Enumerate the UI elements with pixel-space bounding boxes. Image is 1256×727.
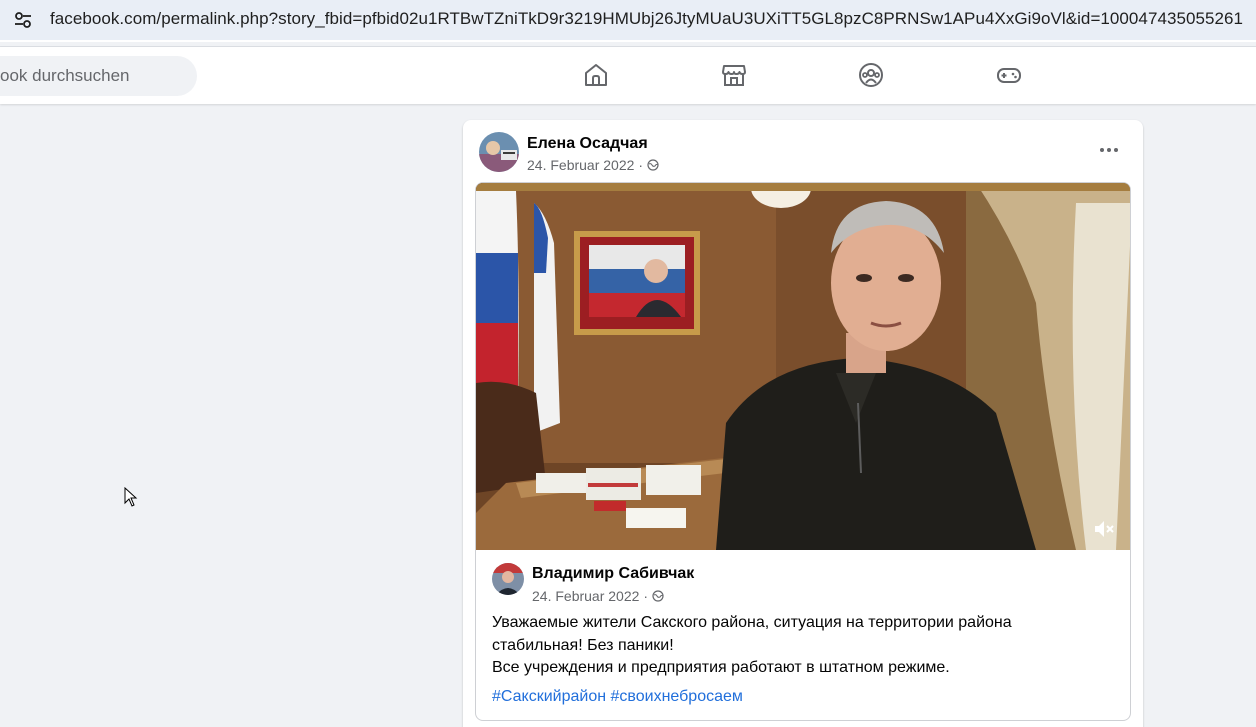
search-input[interactable] — [0, 56, 190, 96]
mouse-cursor-icon — [124, 487, 138, 507]
browser-address-bar: facebook.com/permalink.php?story_fbid=pf… — [0, 0, 1256, 42]
meta-separator: · — [638, 157, 644, 173]
post-card: Елена Осадчая 24. Februar 2022 · Владими… — [463, 120, 1143, 727]
mute-icon[interactable] — [1092, 517, 1116, 541]
hashtag-link[interactable]: #Сакскийрайон — [492, 688, 606, 705]
post-date[interactable]: 24. Februar 2022 — [527, 157, 634, 173]
groups-icon[interactable] — [857, 61, 885, 89]
post-text: Уважаемые жители Сакского района, ситуац… — [492, 612, 1112, 680]
url-text[interactable]: facebook.com/permalink.php?story_fbid=pf… — [50, 9, 1243, 29]
globe-icon — [652, 590, 664, 602]
shared-author-avatar[interactable] — [492, 563, 524, 595]
video-frame[interactable] — [476, 183, 1131, 550]
hashtag-link[interactable]: #своихнебросаем — [611, 688, 743, 705]
globe-icon — [647, 159, 659, 171]
gaming-icon[interactable] — [995, 61, 1023, 89]
avatar[interactable] — [479, 132, 519, 172]
shared-post-date[interactable]: 24. Februar 2022 — [532, 588, 639, 604]
marketplace-icon[interactable] — [720, 61, 748, 89]
tune-icon[interactable] — [12, 9, 34, 31]
author-name[interactable]: Елена Осадчая — [527, 135, 648, 153]
post-text-line: Все учреждения и предприятия работают в … — [492, 659, 950, 676]
post-text-line: Уважаемые жители Сакского района, ситуац… — [492, 614, 1012, 631]
meta-separator: · — [643, 588, 649, 604]
post-meta: 24. Februar 2022 · — [527, 157, 659, 173]
facebook-top-nav — [0, 47, 1256, 104]
shared-post[interactable]: Владимир Сабивчак 24. Februar 2022 · Ува… — [475, 182, 1131, 721]
more-options-icon[interactable] — [1091, 140, 1127, 160]
shared-author-name[interactable]: Владимир Сабивчак — [532, 565, 694, 583]
search-box[interactable] — [0, 56, 197, 96]
post-text-line: стабильная! Без паники! — [492, 636, 674, 654]
video-player[interactable] — [476, 183, 1131, 550]
shared-post-meta: 24. Februar 2022 · — [532, 588, 664, 604]
home-icon[interactable] — [582, 61, 610, 89]
hashtags: #Сакскийрайон #своихнебросаем — [492, 688, 743, 706]
url-bar[interactable]: facebook.com/permalink.php?story_fbid=pf… — [0, 0, 1256, 40]
